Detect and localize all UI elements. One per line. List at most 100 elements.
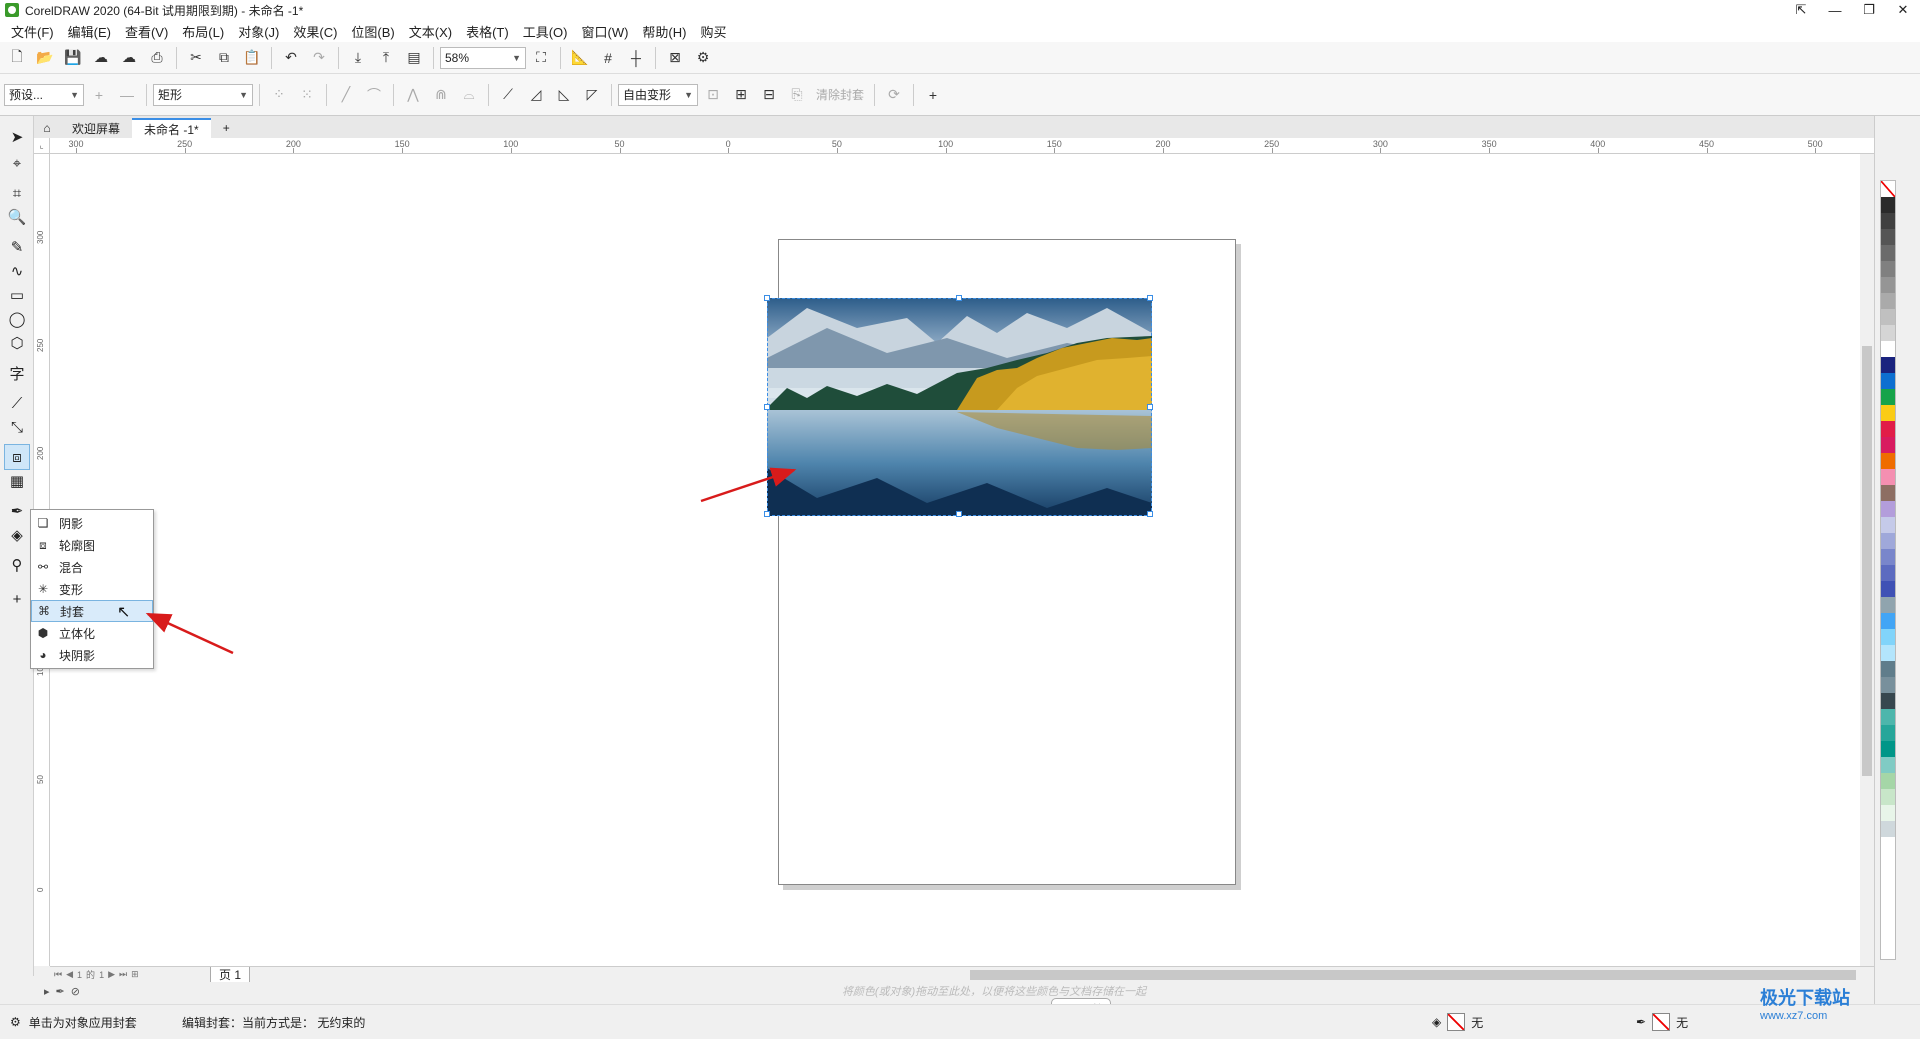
full-screen-icon[interactable]: ⛶ (528, 45, 554, 71)
selection-handle[interactable] (1147, 404, 1153, 410)
eyedropper-tool-icon[interactable]: ✒ (4, 498, 30, 524)
palette-swatch[interactable] (1881, 293, 1895, 309)
palette-swatch[interactable] (1881, 261, 1895, 277)
palette-swatch[interactable] (1881, 389, 1895, 405)
palette-swatch[interactable] (1881, 517, 1895, 533)
selection-handle[interactable] (1147, 511, 1153, 517)
add-tab-icon[interactable]: + (211, 118, 242, 138)
palette-swatch[interactable] (1881, 805, 1895, 821)
menu-object[interactable]: 对象(J) (231, 22, 286, 41)
ruler-origin[interactable]: ⌞ (34, 138, 50, 154)
selection-handle[interactable] (956, 295, 962, 301)
clear-envelope-button[interactable]: 清除封套 (812, 86, 868, 103)
flyout-item-envelope[interactable]: ⌘ 封套 (31, 600, 153, 622)
menu-effects[interactable]: 效果(C) (286, 22, 344, 41)
envelope-unconstrained-icon[interactable]: ◸ (579, 82, 605, 108)
palette-swatch[interactable] (1881, 677, 1895, 693)
palette-swatch[interactable] (1881, 405, 1895, 421)
selection-handle[interactable] (764, 404, 770, 410)
flyout-item-block-shadow[interactable]: ◕ 块阴影 (31, 644, 153, 666)
to-line-icon[interactable]: ╱ (333, 82, 359, 108)
palette-swatch[interactable] (1881, 613, 1895, 629)
eyedropper-icon[interactable]: ✒ (56, 985, 65, 998)
palette-swatch[interactable] (1881, 309, 1895, 325)
palette-swatch[interactable] (1881, 357, 1895, 373)
palette-swatch[interactable] (1881, 469, 1895, 485)
page-tab[interactable]: 页 1 (210, 966, 251, 983)
menu-view[interactable]: 查看(V) (118, 22, 175, 41)
palette-swatch[interactable] (1881, 597, 1895, 613)
cloud-download-icon[interactable]: ☁ (116, 45, 142, 71)
export-icon[interactable]: ⤒ (373, 45, 399, 71)
palette-swatch[interactable] (1881, 197, 1895, 213)
print-icon[interactable]: ⎙ (144, 45, 170, 71)
home-icon[interactable]: ⌂ (34, 118, 60, 138)
first-page-icon[interactable]: ⏮ (54, 969, 62, 980)
zoom-tool-icon[interactable]: 🔍 (4, 204, 30, 230)
add-button-icon[interactable]: + (920, 82, 946, 108)
remove-preset-icon[interactable]: — (114, 82, 140, 108)
parallel-dimension-icon[interactable]: ⟋ (4, 390, 30, 416)
show-rulers-icon[interactable]: 📐 (567, 45, 593, 71)
undo-icon[interactable]: ↶ (278, 45, 304, 71)
palette-swatch[interactable] (1881, 277, 1895, 293)
zoom-level-combo[interactable]: 58% ▼ (440, 46, 526, 69)
palette-swatch[interactable] (1881, 773, 1895, 789)
flyout-item-distort[interactable]: ✳ 变形 (31, 578, 153, 600)
menu-text[interactable]: 文本(X) (402, 22, 459, 41)
no-color-swatch[interactable] (1881, 181, 1895, 197)
palette-swatch[interactable] (1881, 581, 1895, 597)
palette-swatch[interactable] (1881, 453, 1895, 469)
settings-gear-icon[interactable]: ⚙ (10, 1015, 21, 1029)
palette-swatch[interactable] (1881, 757, 1895, 773)
show-grid-icon[interactable]: # (595, 45, 621, 71)
rectangle-tool-icon[interactable]: ▭ (4, 282, 30, 308)
snap-off-icon[interactable]: ⊠ (662, 45, 688, 71)
publish-pdf-icon[interactable]: ▤ (401, 45, 427, 71)
artistic-media-icon[interactable]: ∿ (4, 258, 30, 284)
redo-icon[interactable]: ↷ (306, 45, 332, 71)
palette-swatch[interactable] (1881, 421, 1895, 437)
smart-fill-icon[interactable]: ⚲ (4, 552, 30, 578)
palette-swatch[interactable] (1881, 325, 1895, 341)
envelope-straight-line-icon[interactable]: ⟋ (495, 82, 521, 108)
add-nodes-icon[interactable]: ⁘ (266, 82, 292, 108)
flyout-item-drop-shadow[interactable]: ❏ 阴影 (31, 512, 153, 534)
menu-tools[interactable]: 工具(O) (516, 22, 575, 41)
mapping-mode-combo[interactable]: 自由变形 ▼ (618, 83, 698, 106)
palette-swatch[interactable] (1881, 245, 1895, 261)
palette-swatch[interactable] (1881, 789, 1895, 805)
last-page-icon[interactable]: ⏭ (119, 969, 127, 980)
restore-panel-icon[interactable]: ⇱ (1784, 0, 1818, 20)
palette-swatch[interactable] (1881, 533, 1895, 549)
no-color-swatch-icon[interactable]: ⊘ (71, 985, 80, 998)
palette-swatch[interactable] (1881, 661, 1895, 677)
palette-swatch[interactable] (1881, 229, 1895, 245)
selection-handle[interactable] (764, 511, 770, 517)
horizontal-ruler[interactable]: 300 250 200 150 100 50 0 50 100 150 200 250 300 350 40… (50, 138, 1874, 154)
smooth-node-icon[interactable]: ⋒ (428, 82, 454, 108)
palette-swatch[interactable] (1881, 213, 1895, 229)
menu-bitmaps[interactable]: 位图(B) (344, 22, 401, 41)
palette-swatch[interactable] (1881, 485, 1895, 501)
to-curve-icon[interactable]: ⌒ (361, 82, 387, 108)
cusp-node-icon[interactable]: ⋀ (400, 82, 426, 108)
add-tool-icon[interactable]: + (4, 586, 30, 612)
keep-lines-icon[interactable]: ⊡ (700, 82, 726, 108)
create-from-icon[interactable]: ⊟ (756, 82, 782, 108)
menu-buy[interactable]: 购买 (693, 22, 733, 41)
expand-arrow-icon[interactable]: ▸ (44, 985, 50, 998)
flyout-item-contour[interactable]: ⧈ 轮廓图 (31, 534, 153, 556)
preset-combo[interactable]: 预设... ▼ (4, 83, 84, 106)
symmetric-node-icon[interactable]: ⌓ (456, 82, 482, 108)
vertical-scroll-thumb[interactable] (1862, 346, 1872, 776)
palette-swatch[interactable] (1881, 437, 1895, 453)
selection-handle[interactable] (1147, 295, 1153, 301)
palette-swatch[interactable] (1881, 565, 1895, 581)
palette-swatch[interactable] (1881, 373, 1895, 389)
add-page-icon[interactable]: ⊞ (131, 969, 139, 980)
palette-swatch[interactable] (1881, 549, 1895, 565)
menu-window[interactable]: 窗口(W) (574, 22, 635, 41)
text-tool-icon[interactable]: 字 (4, 360, 30, 386)
pick-tool-icon[interactable]: ➤ (4, 124, 30, 150)
